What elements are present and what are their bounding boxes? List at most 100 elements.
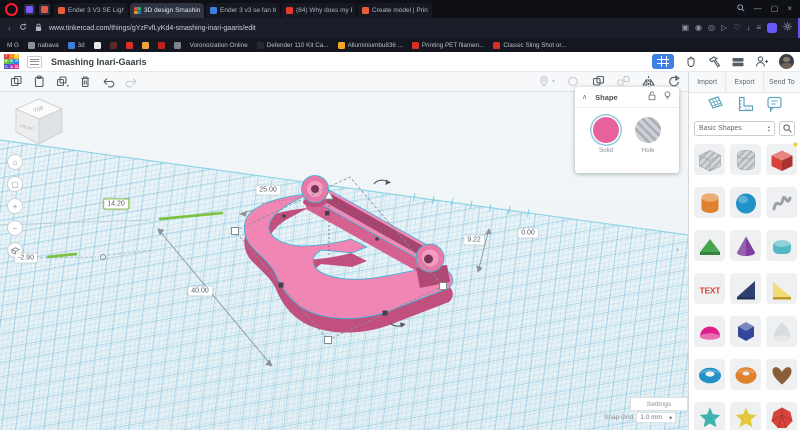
shape-tile-roof[interactable]	[694, 230, 725, 261]
edge-handle[interactable]	[278, 282, 284, 288]
dimension-label[interactable]: 0.00	[518, 228, 538, 238]
shape-tile-wedge[interactable]	[730, 273, 761, 304]
bookmark-item[interactable]	[173, 41, 181, 49]
shape-tile-icosahedron[interactable]	[766, 402, 797, 430]
view-cube[interactable]: TOP FRONT	[12, 96, 66, 148]
delete-icon[interactable]	[79, 75, 92, 88]
workplane-tool-icon[interactable]	[705, 95, 725, 118]
bookmark-item[interactable]	[109, 41, 117, 49]
snap-grid-dropdown[interactable]: 1.0 mm ▾	[636, 412, 677, 423]
hole-swatch[interactable]	[635, 117, 661, 143]
bookmark-item[interactable]	[125, 41, 133, 49]
paste-icon[interactable]	[33, 75, 46, 88]
shape-tile-polygon[interactable]	[766, 230, 797, 261]
shape-category-dropdown[interactable]: Basic Shapes ▴ ▾	[694, 121, 775, 136]
copy-icon[interactable]	[10, 75, 23, 88]
shape-search-button[interactable]	[779, 121, 795, 136]
shape-tile-sphere[interactable]	[730, 187, 761, 218]
snapshot-icon[interactable]: ▣	[681, 23, 689, 33]
edge-dot-handle[interactable]	[375, 237, 379, 241]
scale-handle[interactable]	[324, 336, 332, 344]
pinned-tab[interactable]	[24, 3, 35, 15]
player-icon[interactable]: ▷	[721, 23, 727, 33]
fit-view-button[interactable]: ▢	[7, 176, 23, 192]
minimize-icon[interactable]: —	[754, 5, 762, 13]
redo-icon[interactable]	[125, 75, 138, 88]
shape-tile-box-hole[interactable]	[694, 144, 725, 175]
shape-tile-ramp[interactable]	[766, 273, 797, 304]
height-handle[interactable]	[325, 211, 330, 216]
ruler-tool-icon[interactable]	[736, 95, 754, 118]
bookmark-item[interactable]: M G	[7, 42, 19, 49]
home-view-button[interactable]: ⌂	[7, 154, 23, 170]
bookmark-item[interactable]: nabava	[27, 41, 59, 49]
avatar[interactable]	[779, 54, 794, 69]
dimension-label[interactable]: 40.00	[188, 286, 212, 296]
notes-tool-icon[interactable]	[765, 95, 784, 118]
pinned-tab[interactable]	[39, 3, 50, 15]
lock-icon[interactable]	[35, 23, 42, 34]
bookmark-item[interactable]	[93, 41, 101, 49]
export-button[interactable]: Export	[726, 72, 764, 92]
ruler-origin-marker[interactable]	[99, 253, 107, 261]
shape-tile-five-point-star[interactable]	[730, 402, 761, 430]
panel-collapse-handle[interactable]: ›	[676, 244, 679, 254]
zoom-out-button[interactable]: −	[7, 220, 23, 236]
shape-tile-paraboloid[interactable]	[766, 316, 797, 347]
url-text[interactable]: www.tinkercad.com/things/gYzFvfLyKd4-sma…	[49, 25, 256, 32]
bookmark-item[interactable]: Printing PET filamen...	[411, 41, 484, 49]
reload-icon[interactable]	[19, 23, 27, 33]
browser-tab[interactable]: Create model | Printable...	[358, 3, 432, 18]
workplane-pin-icon[interactable]: ▾	[538, 75, 555, 88]
lock-icon[interactable]	[647, 88, 657, 106]
pin-icon[interactable]: ◎	[708, 23, 715, 33]
dashboard-grid-button[interactable]	[652, 54, 674, 69]
shape-tile-heart[interactable]	[766, 359, 797, 390]
sidebar-toggle-icon[interactable]: ‹	[8, 23, 11, 33]
opera-logo-icon[interactable]	[5, 2, 18, 16]
design-title[interactable]: Smashing Inari-Gaaris	[51, 57, 147, 67]
shape-tile-half-sphere[interactable]	[694, 316, 725, 347]
camera-icon[interactable]: ◉	[695, 23, 702, 33]
edge-dot-handle[interactable]	[282, 214, 286, 218]
browser-tab[interactable]: 3D design Smashing Inar...	[130, 3, 204, 18]
edge-handle[interactable]	[382, 310, 388, 316]
dimension-label[interactable]: -2.90	[15, 253, 37, 263]
invite-person-icon[interactable]	[755, 55, 769, 68]
shape-tile-text[interactable]: TEXT	[694, 273, 725, 304]
bookmark-item[interactable]: Voronoization Online	[190, 42, 248, 49]
grab-hand-icon[interactable]	[684, 55, 697, 68]
dimension-label[interactable]: 25.00	[256, 185, 280, 195]
browser-tab[interactable]: (84) Why does my Ender...	[282, 3, 356, 18]
bookmark-item[interactable]	[157, 41, 165, 49]
browser-tab[interactable]: Ender 3 v3 se fan by Dmi...	[206, 3, 280, 18]
collapse-chevron-icon[interactable]: ∧	[582, 93, 587, 101]
shape-tile-scribble[interactable]	[766, 187, 797, 218]
send-to-button[interactable]: Send To	[764, 72, 800, 92]
bookmark-item[interactable]	[141, 41, 149, 49]
tinkercad-logo[interactable]: TINKERCAD	[4, 54, 19, 69]
restore-icon[interactable]: ▢	[771, 5, 779, 13]
bricks-icon[interactable]	[731, 56, 745, 68]
model-3d-object[interactable]	[243, 175, 454, 333]
shape-tile-star[interactable]	[694, 402, 725, 430]
scale-handle[interactable]	[439, 282, 447, 290]
undo-icon[interactable]	[102, 75, 115, 88]
download-icon[interactable]: ↓	[746, 23, 750, 33]
browser-tab[interactable]: Ender 3 V3 SE Lightweig...	[54, 3, 128, 18]
design-menu-button[interactable]	[27, 55, 42, 68]
bookmark-item[interactable]: 3d	[67, 41, 85, 49]
lightbulb-icon[interactable]	[663, 88, 672, 106]
zoom-in-button[interactable]: +	[7, 198, 23, 214]
bookmark-item[interactable]: Classic Sling Shot or...	[493, 41, 566, 49]
shape-tile-box[interactable]: ★	[766, 140, 799, 175]
scale-handle[interactable]	[231, 227, 239, 235]
bookmark-item[interactable]: Alluminiumbu836 ...	[337, 41, 403, 49]
dimension-label[interactable]: 9.22	[464, 235, 484, 245]
settings-gear-icon[interactable]	[783, 22, 792, 34]
shape-tile-cylinder-hole[interactable]	[730, 144, 761, 175]
hammer-icon[interactable]	[707, 55, 721, 68]
stack-icon[interactable]: ≡	[756, 23, 761, 33]
shape-tile-torus-thick[interactable]	[730, 359, 761, 390]
heart-icon[interactable]: ♡	[733, 23, 740, 33]
